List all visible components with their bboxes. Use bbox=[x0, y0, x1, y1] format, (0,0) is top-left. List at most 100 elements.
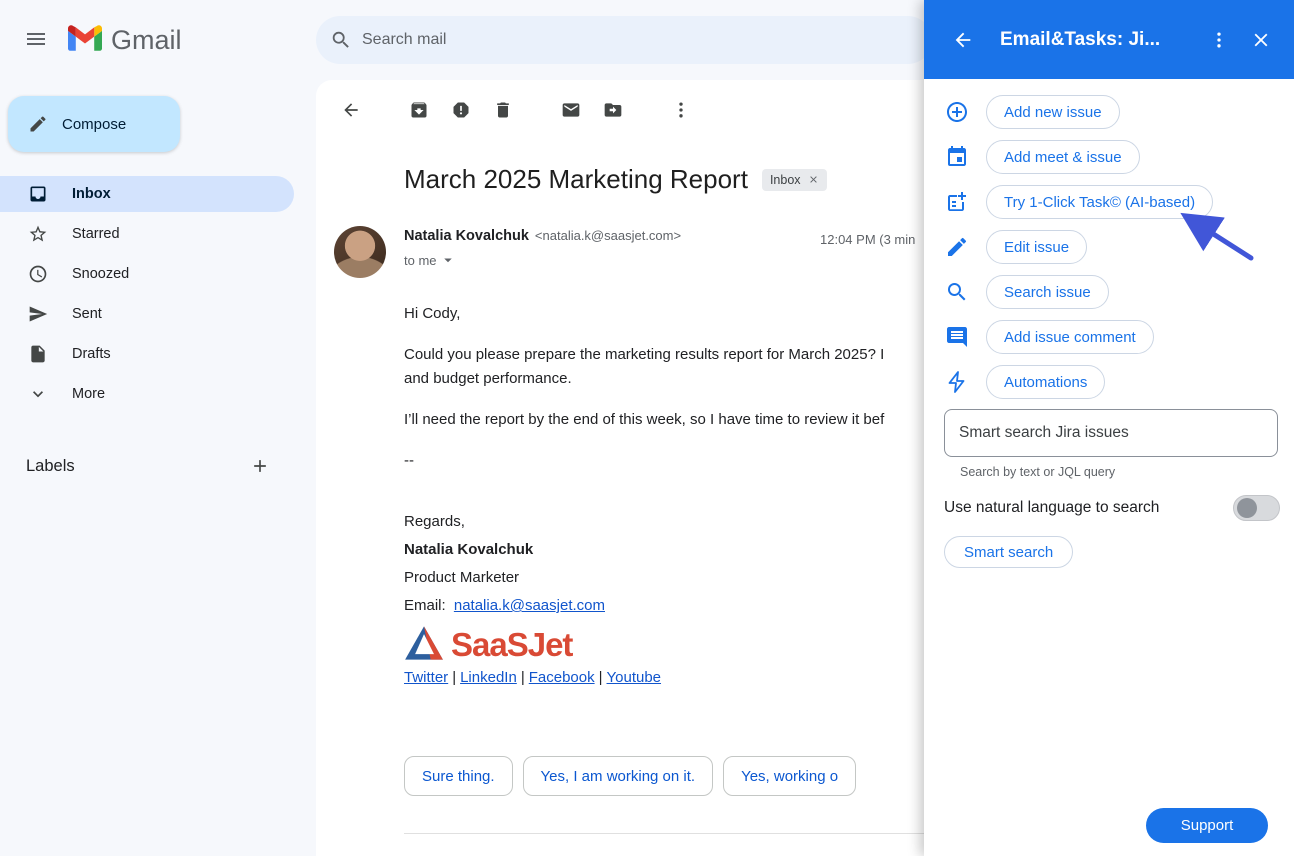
report-spam-icon bbox=[451, 100, 471, 120]
divider bbox=[404, 833, 949, 834]
close-icon bbox=[1250, 29, 1272, 51]
email-subject: March 2025 Marketing Report bbox=[404, 164, 748, 195]
panel-close-button[interactable] bbox=[1240, 19, 1282, 61]
email-view-card: March 2025 Marketing Report Inbox Natali… bbox=[316, 80, 944, 856]
comment-icon[interactable] bbox=[944, 324, 970, 350]
gmail-m-icon bbox=[68, 25, 102, 56]
sender-avatar bbox=[334, 226, 386, 278]
kebab-menu-icon bbox=[671, 100, 691, 120]
smart-reply-chip[interactable]: Yes, working o bbox=[723, 756, 856, 796]
more-options-button[interactable] bbox=[660, 90, 702, 130]
jira-addon-panel: Email&Tasks: Ji... Add new issue Add mee… bbox=[924, 0, 1294, 856]
smart-reply-chip[interactable]: Yes, I am working on it. bbox=[523, 756, 714, 796]
natural-language-row: Use natural language to search bbox=[944, 495, 1280, 521]
report-spam-button[interactable] bbox=[440, 90, 482, 130]
sidebar-item-snoozed[interactable]: Snoozed bbox=[0, 256, 294, 292]
email-signature: Regards, Natalia Kovalchuk Product Marke… bbox=[404, 508, 661, 692]
compose-button[interactable]: Compose bbox=[8, 96, 180, 152]
email-toolbar bbox=[330, 90, 702, 130]
signature-email-link[interactable]: natalia.k@saasjet.com bbox=[454, 597, 605, 614]
hamburger-icon bbox=[24, 27, 48, 54]
automation-icon[interactable] bbox=[944, 369, 970, 395]
sidebar-item-more[interactable]: More bbox=[0, 376, 294, 412]
folder-move-icon bbox=[603, 100, 623, 120]
search-helper-text: Search by text or JQL query bbox=[960, 465, 1115, 479]
sidebar-item-sent[interactable]: Sent bbox=[0, 296, 294, 332]
archive-icon bbox=[409, 100, 429, 120]
back-button[interactable] bbox=[330, 90, 372, 130]
recipient-dropdown[interactable]: to me bbox=[404, 251, 681, 269]
back-arrow-icon bbox=[341, 100, 361, 120]
search-bar[interactable] bbox=[316, 16, 932, 64]
natural-language-label: Use natural language to search bbox=[944, 499, 1159, 517]
toggle-knob bbox=[1237, 498, 1257, 518]
draft-file-icon bbox=[28, 344, 48, 364]
signature-role: Product Marketer bbox=[404, 564, 661, 592]
search-icon[interactable] bbox=[944, 279, 970, 305]
try-one-click-task-button[interactable]: Try 1-Click Task© (AI-based) bbox=[986, 185, 1213, 219]
add-issue-comment-button[interactable]: Add issue comment bbox=[986, 320, 1154, 354]
search-icon[interactable] bbox=[330, 29, 352, 51]
sender-address: <natalia.k@saasjet.com> bbox=[535, 228, 681, 243]
main-menu-button[interactable] bbox=[12, 16, 60, 64]
panel-header: Email&Tasks: Ji... bbox=[924, 0, 1294, 79]
inbox-label-chip[interactable]: Inbox bbox=[762, 169, 827, 191]
compose-pencil-icon bbox=[28, 114, 48, 134]
delete-button[interactable] bbox=[482, 90, 524, 130]
add-meet-issue-button[interactable]: Add meet & issue bbox=[986, 140, 1140, 174]
search-issue-button[interactable]: Search issue bbox=[986, 275, 1109, 309]
signature-name: Natalia Kovalchuk bbox=[404, 536, 661, 564]
automations-button[interactable]: Automations bbox=[986, 365, 1105, 399]
sidebar-item-starred[interactable]: Starred bbox=[0, 216, 294, 252]
linkedin-link[interactable]: LinkedIn bbox=[460, 669, 517, 686]
gmail-logo[interactable]: Gmail bbox=[68, 25, 182, 56]
dropdown-arrow-icon bbox=[439, 251, 457, 269]
back-arrow-icon bbox=[952, 29, 974, 51]
panel-menu-button[interactable] bbox=[1198, 19, 1240, 61]
trash-icon bbox=[493, 100, 513, 120]
saasjet-triangle-icon bbox=[404, 625, 444, 661]
twitter-link[interactable]: Twitter bbox=[404, 669, 448, 686]
saasjet-logo: SaaSJet bbox=[404, 625, 661, 661]
labels-title: Labels bbox=[26, 457, 75, 476]
gmail-sidebar: Compose Inbox Starred Snoozed Sent Draft… bbox=[0, 80, 300, 482]
panel-back-button[interactable] bbox=[942, 19, 984, 61]
chip-close-icon[interactable] bbox=[808, 174, 819, 185]
sidebar-item-inbox[interactable]: Inbox bbox=[0, 176, 294, 212]
panel-title: Email&Tasks: Ji... bbox=[1000, 29, 1198, 51]
chevron-down-icon bbox=[28, 384, 48, 404]
kebab-menu-icon bbox=[1209, 30, 1229, 50]
gmail-topbar: Gmail bbox=[0, 0, 924, 80]
email-timestamp: 12:04 PM (3 min bbox=[820, 232, 915, 247]
edit-icon[interactable] bbox=[944, 234, 970, 260]
smart-search-button[interactable]: Smart search bbox=[944, 536, 1073, 568]
send-icon bbox=[28, 304, 48, 324]
youtube-link[interactable]: Youtube bbox=[607, 669, 662, 686]
email-body: Hi Cody, Could you please prepare the ma… bbox=[404, 302, 884, 473]
saasjet-wordmark: SaaSJet bbox=[451, 628, 572, 661]
smart-reply-row: Sure thing. Yes, I am working on it. Yes… bbox=[404, 756, 856, 796]
calendar-icon[interactable] bbox=[944, 144, 970, 170]
envelope-icon bbox=[561, 100, 581, 120]
sidebar-item-drafts[interactable]: Drafts bbox=[0, 336, 294, 372]
jira-smart-search-input[interactable] bbox=[944, 409, 1278, 457]
mark-unread-button[interactable] bbox=[550, 90, 592, 130]
inbox-icon bbox=[28, 184, 48, 204]
smart-reply-chip[interactable]: Sure thing. bbox=[404, 756, 513, 796]
natural-language-toggle[interactable] bbox=[1233, 495, 1280, 521]
edit-issue-button[interactable]: Edit issue bbox=[986, 230, 1087, 264]
add-circle-icon[interactable] bbox=[944, 99, 970, 125]
sender-name: Natalia Kovalchuk bbox=[404, 228, 529, 244]
add-new-issue-button[interactable]: Add new issue bbox=[986, 95, 1120, 129]
support-button[interactable]: Support bbox=[1146, 808, 1268, 843]
move-to-button[interactable] bbox=[592, 90, 634, 130]
search-input[interactable] bbox=[362, 31, 924, 49]
star-icon bbox=[28, 224, 48, 244]
archive-button[interactable] bbox=[398, 90, 440, 130]
labels-header-row: Labels bbox=[26, 450, 276, 482]
plus-icon bbox=[250, 456, 270, 476]
gmail-wordmark: Gmail bbox=[111, 25, 182, 56]
facebook-link[interactable]: Facebook bbox=[529, 669, 595, 686]
create-label-button[interactable] bbox=[244, 450, 276, 482]
task-add-icon[interactable] bbox=[944, 189, 970, 215]
